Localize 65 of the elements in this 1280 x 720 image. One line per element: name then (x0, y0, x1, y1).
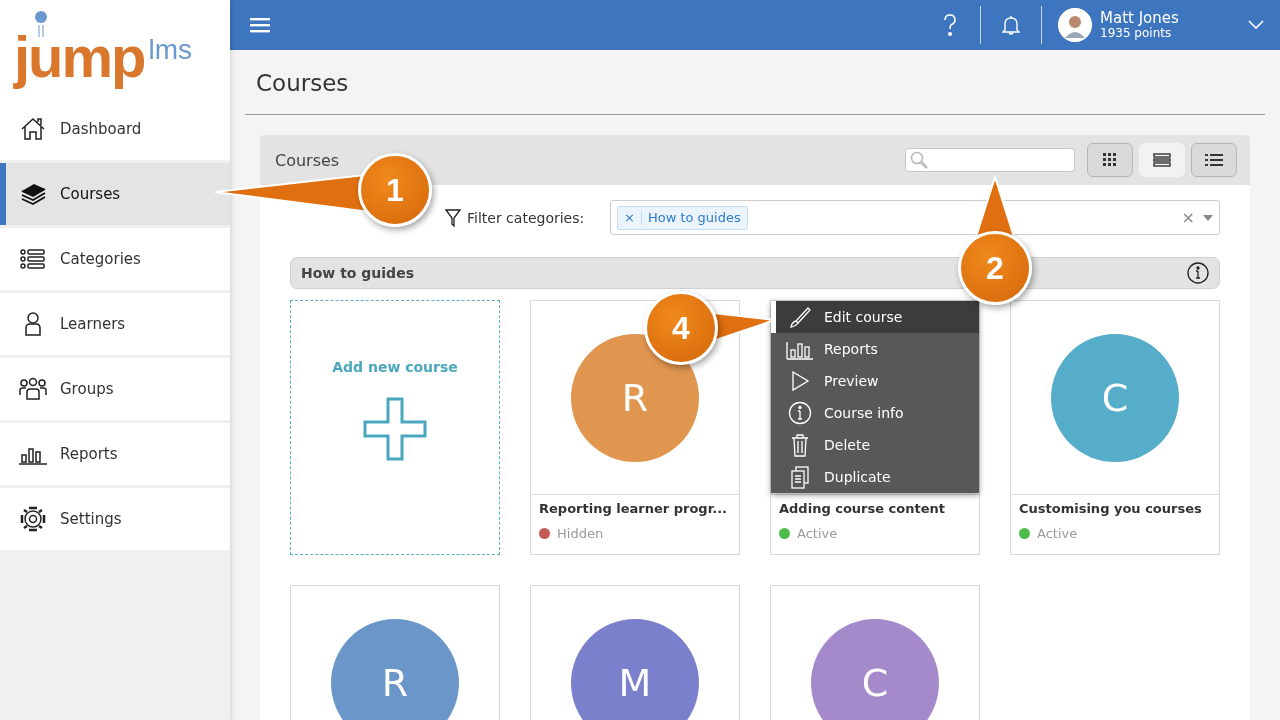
sidebar-item[interactable]: Groups (0, 358, 230, 420)
logo-suffix: lms (148, 36, 193, 64)
chevron-down-icon[interactable] (1248, 20, 1264, 30)
user-points: 1935 points (1100, 26, 1173, 41)
settings-icon (19, 505, 47, 533)
section-title: How to guides (301, 265, 414, 281)
course-avatar: R (331, 618, 459, 720)
course-avatar: M (571, 618, 699, 720)
sidebar-item[interactable]: Dashboard (0, 98, 230, 160)
plus-icon (363, 397, 427, 461)
books-icon (19, 181, 47, 207)
menu-item[interactable]: Duplicate (771, 461, 979, 493)
tag-label: How to guides (646, 210, 742, 225)
list-icon (1205, 153, 1223, 167)
course-avatar: C (811, 618, 939, 720)
info-icon[interactable] (1187, 262, 1209, 284)
user-name[interactable]: Matt Jones (1100, 9, 1179, 27)
course-title[interactable]: Customising you courses (1019, 501, 1211, 516)
view-button[interactable] (1087, 143, 1133, 177)
sidebar-item[interactable]: Reports (0, 423, 230, 485)
status-label: Active (1037, 526, 1078, 541)
search-icon (910, 151, 928, 169)
menu-item[interactable]: Reports (771, 333, 979, 365)
menu-item[interactable]: Course info (771, 397, 979, 429)
sidebar-item[interactable]: Learners (0, 293, 230, 355)
menu-item[interactable]: Edit course (771, 301, 979, 333)
home-icon (20, 117, 46, 141)
search-field[interactable] (905, 148, 1075, 172)
status-label: Active (797, 526, 838, 541)
rows-icon (1153, 153, 1171, 167)
sidebar-item[interactable]: Courses (0, 163, 230, 225)
list-icon (20, 248, 46, 270)
status-label: Hidden (557, 526, 604, 541)
filter-label: Filter categories: (467, 209, 585, 226)
menu-icon[interactable] (250, 17, 270, 33)
copy-icon (790, 465, 810, 489)
trash-icon (790, 433, 810, 457)
filter-icon (445, 208, 461, 227)
bell-icon[interactable] (1002, 15, 1020, 35)
add-course-label: Add new course (332, 359, 458, 375)
caret-icon[interactable] (1203, 214, 1213, 221)
help-icon[interactable] (942, 13, 958, 37)
clear-button[interactable]: × (1181, 208, 1195, 227)
panel-title: Courses (275, 150, 340, 170)
course-card[interactable]: Edit course Reports Preview Course info Delete Duplicate Adding course content Active (770, 300, 980, 555)
course-card[interactable]: M (530, 585, 740, 720)
view-button[interactable] (1191, 143, 1237, 177)
course-card[interactable]: C Customising you courses Active (1010, 300, 1220, 555)
sidebar-item[interactable]: Categories (0, 228, 230, 290)
menu-item[interactable]: Preview (771, 365, 979, 397)
sidebar-item[interactable]: Settings (0, 488, 230, 550)
course-title[interactable]: Reporting learner progr... (539, 501, 731, 516)
remove-tag-button[interactable]: × (618, 210, 642, 225)
pen-icon (788, 305, 812, 329)
course-avatar: C (1051, 333, 1179, 462)
grid-icon (1103, 153, 1117, 167)
course-title[interactable]: Adding course content (779, 501, 971, 516)
avatar-icon[interactable] (1058, 8, 1092, 42)
page-title: Courses (245, 50, 1265, 115)
person-icon (23, 311, 43, 337)
info-icon (788, 401, 812, 425)
play-icon (789, 370, 811, 392)
menu-item[interactable]: Delete (771, 429, 979, 461)
category-tag[interactable]: × How to guides (617, 205, 748, 230)
group-icon (18, 377, 48, 401)
